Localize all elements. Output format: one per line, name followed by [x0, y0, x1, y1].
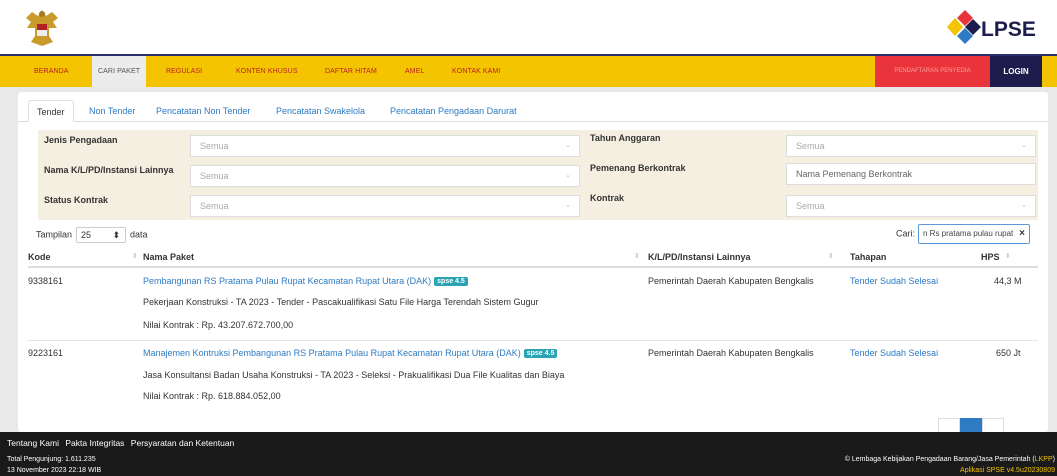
tahun-anggaran-select[interactable]: Semua ⌄ [786, 135, 1036, 157]
visitor-count: Total Pengunjung: 1.611.235 [7, 456, 96, 463]
lkpp-link[interactable]: LKPP [1035, 456, 1053, 463]
chevron-down-icon: ⌄ [565, 142, 571, 149]
tab-pencatatan-non-tender[interactable]: Pencatatan Non Tender [156, 100, 250, 122]
kontrak-select[interactable]: Semua ⌄ [786, 195, 1036, 217]
chevron-down-icon: ⌄ [565, 202, 571, 209]
search-input[interactable]: n Rs pratama pulau rupat × [918, 224, 1030, 244]
chevron-down-icon: ⌄ [1021, 202, 1027, 209]
row-tahapan-link[interactable]: Tender Sudah Selesai [850, 348, 938, 358]
row-kode: 9338161 [28, 276, 64, 286]
pagination-prev-button[interactable] [938, 418, 960, 432]
row-hps: 650 Jt [996, 348, 1021, 358]
app-version: Aplikasi SPSE v4.5u20230809 [960, 467, 1055, 474]
row-nilai-kontrak: Nilai Kontrak : Rp. 618.884.052,00 [143, 391, 281, 401]
lpse-logo-icon[interactable]: LPSE [943, 10, 1043, 44]
garuda-emblem-icon [26, 10, 58, 46]
status-kontrak-label: Status Kontrak [38, 192, 188, 214]
row-nama-paket[interactable]: Manajemen Kontruksi Pembangunan RS Prata… [143, 348, 558, 359]
footer-copyright: © Lembaga Kebijakan Pengadaan Barang/Jas… [844, 456, 1055, 463]
row-hps: 44,3 M [994, 276, 1022, 286]
filter-grid: Jenis Pengadaan Semua ⌄ Tahun Anggaran Se… [38, 130, 1038, 220]
sort-arrows-icon: ⬍ [112, 230, 121, 240]
jenis-pengadaan-label: Jenis Pengadaan [38, 132, 188, 154]
site-header: LPSE [0, 0, 1057, 54]
chevron-down-icon: ⌄ [565, 172, 571, 179]
length-prefix: Tampilan [36, 229, 73, 240]
sort-icon: ⬍ [828, 253, 834, 260]
nav-amel[interactable]: AMEL [405, 56, 424, 87]
pemenang-input[interactable]: Nama Pemenang Berkontrak [786, 163, 1036, 185]
nav-kontak-kami[interactable]: KONTAK KAMI [452, 56, 500, 87]
th-kode[interactable]: Kode [28, 252, 51, 262]
spse-badge: spse 4.5 [434, 277, 468, 287]
tab-bar: Tender Non Tender Pencatatan Non Tender … [18, 96, 1048, 122]
nav-beranda[interactable]: BERANDA [34, 56, 69, 87]
svg-text:LPSE: LPSE [981, 18, 1036, 41]
tab-pencatatan-darurat[interactable]: Pencatatan Pengadaan Darurat [390, 100, 517, 122]
tab-tender[interactable]: Tender [28, 100, 74, 122]
chevron-down-icon: ⌄ [1021, 142, 1027, 149]
footer-link-persyaratan[interactable]: Persyaratan dan Ketentuan [131, 438, 235, 448]
status-kontrak-select[interactable]: Semua ⌄ [190, 195, 580, 217]
row-description: Jasa Konsultansi Badan Usaha Konstruksi … [143, 370, 565, 380]
row-instansi: Pemerintah Daerah Kabupaten Bengkalis [648, 348, 814, 358]
row-divider [28, 340, 1038, 341]
pagination-page-1[interactable] [960, 418, 982, 432]
nama-instansi-label: Nama K/L/PD/Instansi Lainnya [38, 162, 188, 184]
row-tahapan-link[interactable]: Tender Sudah Selesai [850, 276, 938, 286]
th-tahapan[interactable]: Tahapan [850, 252, 886, 262]
row-description: Pekerjaan Konstruksi - TA 2023 - Tender … [143, 297, 539, 307]
main-nav: BERANDA CARI PAKET REGULASI KONTEN KHUSU… [0, 54, 1057, 87]
page-length-control: Tampilan 25 ⬍ data [36, 227, 148, 243]
sort-icon: ⬍ [634, 253, 640, 260]
clear-icon[interactable]: × [1019, 225, 1025, 243]
login-button[interactable]: LOGIN [990, 56, 1042, 87]
row-kode: 9223161 [28, 348, 64, 358]
table-header: Kode ⬍ Nama Paket ⬍ K/L/PD/Instansi Lain… [28, 248, 1038, 268]
page-length-select[interactable]: 25 ⬍ [76, 227, 127, 243]
table-search: Cari: n Rs pratama pulau rupat × [896, 224, 1030, 244]
site-footer: Tentang Kami Pakta Integritas Persyarata… [0, 432, 1057, 476]
length-suffix: data [130, 229, 148, 240]
register-provider-button[interactable]: PENDAFTARAN PENYEDIA [875, 56, 990, 87]
th-instansi[interactable]: K/L/PD/Instansi Lainnya [648, 252, 751, 262]
footer-datetime: 13 November 2023 22:18 WIB [7, 467, 102, 474]
row-nilai-kontrak: Nilai Kontrak : Rp. 43.207.672.700,00 [143, 320, 294, 330]
sort-icon: ⬍ [1005, 253, 1011, 260]
jenis-pengadaan-select[interactable]: Semua ⌄ [190, 135, 580, 157]
footer-link-tentang-kami[interactable]: Tentang Kami [7, 438, 59, 448]
tahun-anggaran-label: Tahun Anggaran [584, 130, 784, 152]
th-nama-paket[interactable]: Nama Paket [143, 252, 194, 262]
sort-icon: ⬍ [132, 253, 138, 260]
spse-badge: spse 4.5 [523, 349, 558, 359]
nav-regulasi[interactable]: REGULASI [166, 56, 202, 87]
nama-instansi-select[interactable]: Semua ⌄ [190, 165, 580, 187]
footer-link-pakta-integritas[interactable]: Pakta Integritas [65, 438, 124, 448]
nav-daftar-hitam[interactable]: DAFTAR HITAM [325, 56, 377, 87]
pagination-next-button[interactable] [982, 418, 1004, 432]
kontrak-label: Kontrak [584, 190, 784, 212]
search-label: Cari: [895, 228, 915, 239]
row-nama-paket[interactable]: Pembangunan RS Pratama Pulau Rupat Kecam… [143, 276, 468, 287]
th-hps[interactable]: HPS [981, 252, 1000, 262]
nav-konten-khusus[interactable]: KONTEN KHUSUS [236, 56, 298, 87]
tab-non-tender[interactable]: Non Tender [89, 100, 135, 122]
search-panel: Tender Non Tender Pencatatan Non Tender … [18, 92, 1048, 432]
footer-links: Tentang Kami Pakta Integritas Persyarata… [7, 438, 238, 448]
nav-cari-paket[interactable]: CARI PAKET [92, 56, 147, 87]
pemenang-label: Pemenang Berkontrak [584, 160, 784, 182]
tab-pencatatan-swakelola[interactable]: Pencatatan Swakelola [276, 100, 365, 122]
row-instansi: Pemerintah Daerah Kabupaten Bengkalis [648, 276, 814, 286]
